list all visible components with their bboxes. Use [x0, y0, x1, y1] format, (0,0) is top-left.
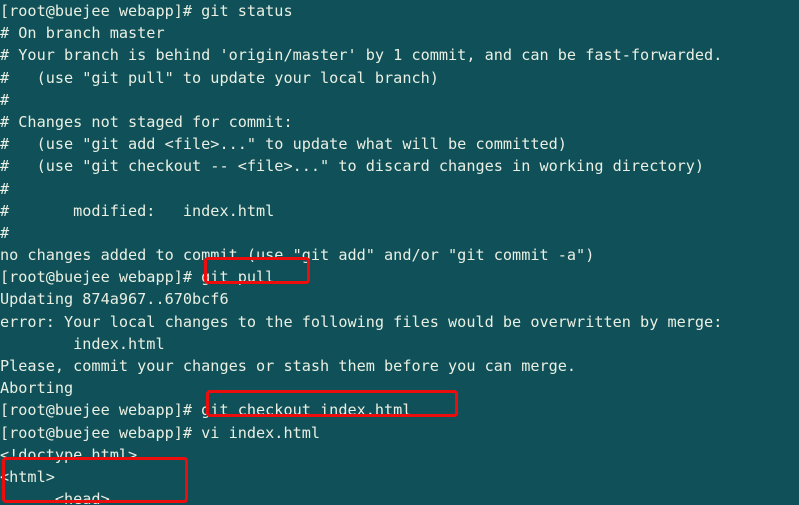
terminal-line: [root@buejee webapp]# vi index.html	[0, 423, 321, 442]
terminal-line: index.html	[0, 334, 165, 353]
terminal-line: #	[0, 179, 10, 198]
terminal-line: # (use "git checkout -- <file>..." to di…	[0, 157, 705, 176]
terminal-line: #	[0, 90, 10, 109]
terminal-line: <!doctype html>	[0, 445, 138, 464]
terminal-line: #	[0, 223, 10, 242]
terminal-line: # Your branch is behind 'origin/master' …	[0, 46, 723, 65]
terminal-line: no changes added to commit (use "git add…	[0, 246, 595, 265]
terminal-window[interactable]: [root@buejee webapp]# git status # On bra…	[0, 0, 799, 505]
terminal-line: # Changes not staged for commit:	[0, 112, 293, 131]
terminal-line: # On branch master	[0, 24, 165, 43]
terminal-line: # modified: index.html	[0, 201, 275, 220]
terminal-line: [root@buejee webapp]# git checkout index…	[0, 401, 412, 420]
terminal-line: <html>	[0, 467, 55, 486]
terminal-line: <head>	[0, 490, 110, 505]
terminal-line: [root@buejee webapp]# git status	[0, 2, 293, 20]
terminal-line: # (use "git add <file>..." to update wha…	[0, 135, 567, 154]
terminal-line: error: Your local changes to the followi…	[0, 312, 723, 331]
terminal-line: Please, commit your changes or stash the…	[0, 357, 577, 375]
terminal-line: Updating 874a967..670bcf6	[0, 290, 229, 309]
terminal-screen: [root@buejee webapp]# git status # On bra…	[0, 0, 799, 505]
terminal-line: # (use "git pull" to update your local b…	[0, 68, 439, 87]
terminal-line: [root@buejee webapp]# git pull	[0, 268, 275, 287]
terminal-line: Aborting	[0, 379, 74, 398]
